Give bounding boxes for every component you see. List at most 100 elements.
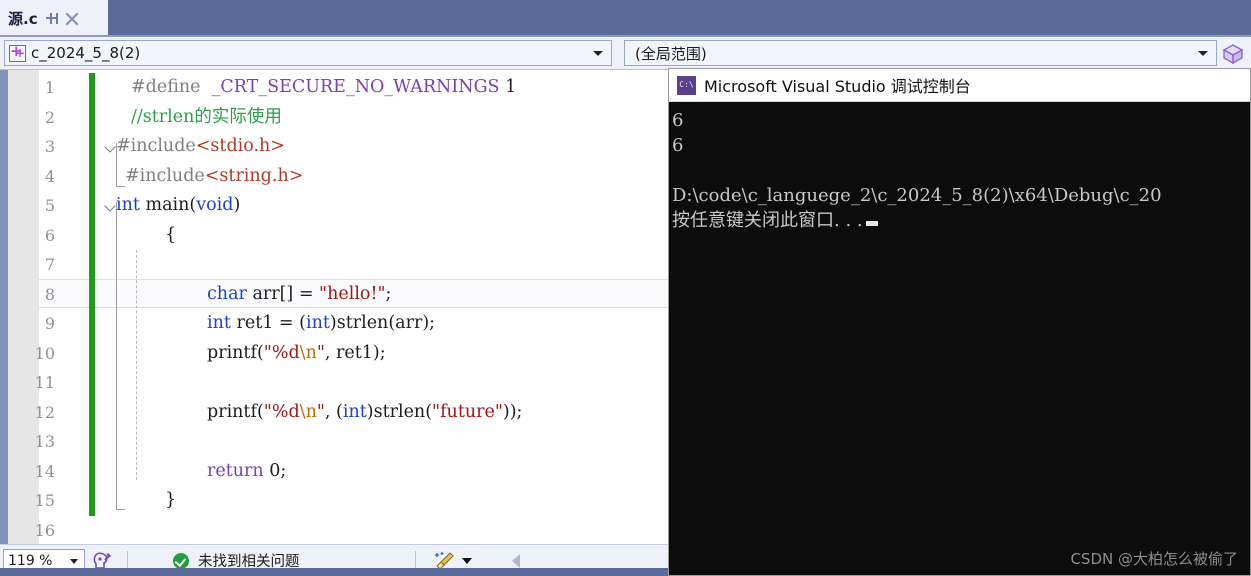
- project-dropdown-value: c_2024_5_8(2): [31, 44, 141, 62]
- project-dropdown[interactable]: c_2024_5_8(2): [4, 40, 612, 66]
- token-keyword-int: int: [207, 313, 231, 333]
- token-semicolon: ;: [385, 283, 392, 304]
- token-close: ));: [502, 401, 523, 422]
- zoom-level-value: 119 %: [8, 552, 53, 569]
- line-content: char arr[] = "hello!";: [207, 280, 391, 310]
- line-content: {: [165, 221, 176, 251]
- line-number: 3: [44, 137, 55, 156]
- line-content: #include<string.h>: [125, 162, 303, 192]
- line-content: printf("%d\n", (int)strlen("future"));: [207, 398, 522, 428]
- token-format-end: ": [316, 342, 325, 363]
- token-format: "%d: [263, 401, 300, 422]
- chevron-down-icon[interactable]: [593, 51, 603, 56]
- console-line: 6: [672, 135, 684, 156]
- token-macro-name: _CRT_SECURE_NO_WARNINGS: [211, 77, 500, 97]
- console-prompt-text: 按任意键关闭此窗口. . .: [672, 210, 863, 231]
- line-content: return 0;: [207, 457, 286, 487]
- token-main: main: [139, 195, 190, 215]
- line-content: }: [165, 486, 176, 516]
- code-line[interactable]: 8 char arr[] = "hello!";: [39, 280, 671, 310]
- code-line[interactable]: 5 int main(void): [39, 191, 671, 221]
- project-plus-icon: [9, 42, 26, 62]
- code-text-area[interactable]: 1 #define _CRT_SECURE_NO_WARNINGS 1 2 //…: [35, 73, 671, 545]
- scope-dropdown[interactable]: (全局范围): [624, 40, 1217, 66]
- console-line: D:\code\c_languege_2\c_2024_5_8(2)\x64\D…: [672, 185, 1162, 206]
- code-line[interactable]: 14 return 0;: [35, 457, 671, 487]
- token-cast-int: int: [342, 401, 367, 422]
- ok-circle-icon: [173, 552, 189, 569]
- pin-icon[interactable]: [45, 12, 58, 25]
- token-cast-int: int: [305, 313, 330, 333]
- code-line[interactable]: 1 #define _CRT_SECURE_NO_WARNINGS 1: [39, 73, 671, 103]
- editor-tab-source-c[interactable]: 源.c: [0, 0, 108, 37]
- code-line[interactable]: 7: [39, 250, 671, 280]
- token-keyword-char: char: [207, 283, 247, 304]
- token-open-brace: {: [165, 224, 177, 245]
- code-line[interactable]: 11: [35, 368, 671, 398]
- line-number: 2: [44, 107, 55, 127]
- line-number: 6: [44, 225, 55, 245]
- line-number: 5: [44, 196, 55, 215]
- code-line[interactable]: 3 #include<stdio.h>: [39, 132, 671, 162]
- console-line: 6: [672, 110, 684, 131]
- code-line[interactable]: 10 printf("%d\n", ret1);: [35, 339, 671, 369]
- token-args: , (: [324, 401, 343, 422]
- navigation-bar: c_2024_5_8(2) (全局范围): [0, 37, 1251, 70]
- line-number: 9: [44, 314, 55, 333]
- console-caret: [865, 221, 878, 226]
- token-format-end: ": [316, 401, 325, 422]
- token-escape: \n: [299, 342, 317, 363]
- console-line-prompt: 按任意键关闭此窗口. . .: [672, 208, 1250, 233]
- token-keyword-int: int: [116, 195, 140, 215]
- code-line[interactable]: 2 //strlen的实际使用: [39, 103, 671, 133]
- code-line[interactable]: 12 printf("%d\n", (int)strlen("future"))…: [35, 398, 671, 428]
- chevron-down-icon[interactable]: [70, 558, 78, 564]
- line-content: //strlen的实际使用: [131, 103, 282, 133]
- scope-dropdown-value: (全局范围): [635, 44, 707, 63]
- line-number: 8: [44, 284, 55, 304]
- vs-window: 源.c c_2024_5_8(2) (全局范围): [0, 0, 1251, 576]
- cube-icon[interactable]: [1221, 42, 1245, 66]
- line-content: printf("%d\n", ret1);: [207, 339, 386, 369]
- line-content: int main(void): [116, 191, 240, 221]
- close-icon[interactable]: [65, 12, 79, 26]
- code-line[interactable]: 9 int ret1 = (int)strlen(arr);: [39, 309, 671, 339]
- token-header: <stdio.h>: [195, 136, 285, 156]
- line-number: 14: [34, 461, 55, 481]
- token-include: #include: [116, 136, 196, 156]
- token-string-hello: "hello!": [319, 283, 386, 304]
- chevron-down-icon[interactable]: [1198, 51, 1208, 56]
- token-rparen: ): [233, 195, 241, 215]
- line-number: 15: [34, 491, 55, 510]
- token-comment: //strlen的实际使用: [131, 106, 282, 127]
- chevron-down-icon[interactable]: [461, 557, 472, 564]
- line-number: 12: [34, 402, 55, 422]
- token-keyword-void: void: [196, 195, 234, 215]
- tab-label: 源.c: [8, 10, 38, 28]
- code-line[interactable]: 6 {: [39, 221, 671, 251]
- editor-tab-strip: 源.c: [0, 0, 1251, 37]
- debug-console-window[interactable]: C:\ Microsoft Visual Studio 调试控制台 6 6 D:…: [668, 68, 1251, 576]
- line-number: 11: [34, 373, 55, 392]
- token-return-value: 0;: [263, 460, 287, 481]
- token-strlen-call: )strlen(arr);: [329, 313, 436, 333]
- token-printf: printf(: [207, 401, 264, 422]
- token-include: #include: [125, 165, 205, 186]
- line-number: 4: [44, 166, 55, 186]
- chevron-left-icon[interactable]: [511, 553, 520, 568]
- line-number: 7: [44, 255, 55, 274]
- code-line[interactable]: 15 }: [35, 486, 671, 516]
- line-number: 10: [34, 343, 55, 363]
- line-number: 16: [34, 520, 55, 540]
- code-line[interactable]: 4 #include<string.h>: [39, 162, 671, 192]
- token-printf: printf(: [207, 342, 264, 363]
- code-line[interactable]: 16: [35, 516, 671, 545]
- token-string-future: "future": [432, 401, 503, 422]
- console-output[interactable]: 6 6 D:\code\c_languege_2\c_2024_5_8(2)\x…: [669, 102, 1250, 576]
- console-app-icon: C:\: [677, 75, 696, 95]
- line-number: 13: [34, 432, 55, 451]
- code-line[interactable]: 13: [35, 427, 671, 457]
- watermark: CSDN @大柏怎么被偷了: [1070, 550, 1238, 568]
